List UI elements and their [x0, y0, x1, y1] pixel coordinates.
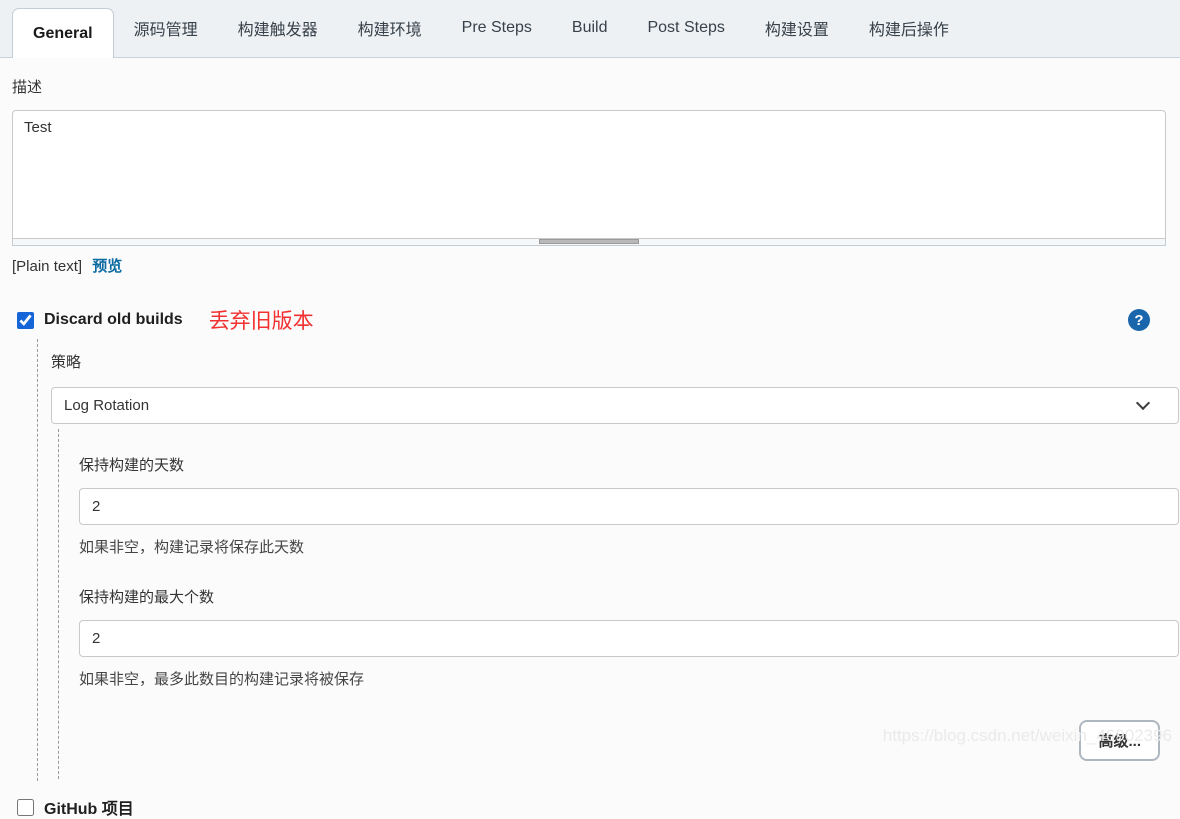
tab-build-settings[interactable]: 构建设置 [745, 0, 849, 57]
help-icon[interactable]: ? [1128, 309, 1150, 331]
tab-build-environment[interactable]: 构建环境 [338, 0, 442, 57]
discard-old-builds-label: Discard old builds [44, 311, 183, 329]
tab-source-management[interactable]: 源码管理 [114, 0, 218, 57]
textarea-resize-handle[interactable] [12, 239, 1166, 246]
description-textarea[interactable]: Test [12, 110, 1166, 239]
tab-general[interactable]: General [12, 8, 114, 58]
general-tab-panel: 描述 Test [Plain text] 预览 Discard old buil… [0, 58, 1180, 819]
days-to-keep-input[interactable] [79, 488, 1179, 525]
tab-build-triggers[interactable]: 构建触发器 [218, 0, 338, 57]
github-project-row: GitHub 项目 [12, 795, 1166, 819]
tab-pre-steps[interactable]: Pre Steps [442, 0, 552, 57]
tab-post-build-actions[interactable]: 构建后操作 [849, 0, 969, 57]
advanced-row: 高级... [79, 720, 1160, 761]
discard-old-builds-checkbox[interactable] [17, 312, 34, 329]
strategy-select[interactable]: Log Rotation [51, 387, 1179, 424]
tab-build[interactable]: Build [552, 0, 628, 57]
max-builds-help: 如果非空，最多此数目的构建记录将被保存 [79, 668, 1166, 689]
preview-row: [Plain text] 预览 [12, 255, 1166, 276]
discard-old-builds-section: 策略 Log Rotation 保持构建的天数 如果非空，构建记录将保存此天数 … [37, 339, 1166, 781]
tab-post-steps[interactable]: Post Steps [627, 0, 744, 57]
github-project-label: GitHub 项目 [44, 795, 134, 819]
github-project-checkbox[interactable] [17, 799, 34, 816]
days-to-keep-label: 保持构建的天数 [79, 454, 1166, 475]
discard-old-builds-row: Discard old builds 丢弃旧版本 ? [12, 305, 1166, 335]
max-builds-input[interactable] [79, 620, 1179, 657]
advanced-button[interactable]: 高级... [1079, 720, 1160, 761]
max-builds-label: 保持构建的最大个数 [79, 586, 1166, 607]
strategy-label: 策略 [51, 351, 1166, 372]
strategy-select-wrap: Log Rotation [51, 387, 1166, 424]
config-tab-bar: General 源码管理 构建触发器 构建环境 Pre Steps Build … [0, 0, 1180, 58]
text-mode-label: [Plain text] [12, 258, 82, 275]
discard-annotation-text: 丢弃旧版本 [209, 305, 314, 335]
preview-link[interactable]: 预览 [92, 258, 122, 275]
log-rotation-section: 保持构建的天数 如果非空，构建记录将保存此天数 保持构建的最大个数 如果非空，最… [58, 429, 1166, 779]
days-to-keep-help: 如果非空，构建记录将保存此天数 [79, 536, 1166, 557]
resize-grip-icon [539, 239, 639, 244]
description-label: 描述 [12, 76, 1166, 97]
